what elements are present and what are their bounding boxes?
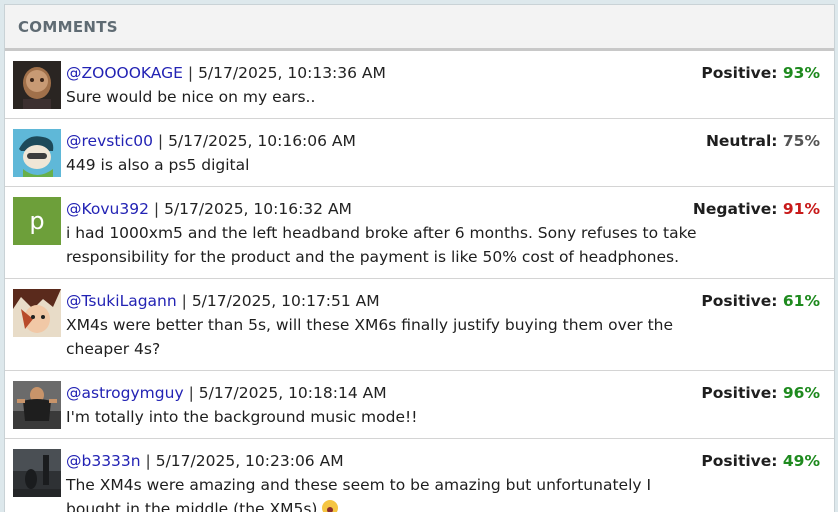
comment-username[interactable]: @revstic00 <box>66 132 153 150</box>
sentiment-score: 91% <box>782 200 820 218</box>
comment-item: @ZOOOOKAGE | 5/17/2025, 10:13:36 AM Sure… <box>5 51 834 119</box>
comments-panel: COMMENTS @ZOOOOKAGE | 5/17/2025, 10:13:3… <box>4 4 835 512</box>
sentiment-badge: Positive: 61% <box>701 292 820 310</box>
comment-timestamp: 5/17/2025, 10:16:06 AM <box>168 132 356 150</box>
comment-username[interactable]: @astrogymguy <box>66 384 184 402</box>
comment-text: XM4s were better than 5s, will these XM6… <box>66 316 674 358</box>
sentiment-score: 75% <box>782 132 820 150</box>
comment-item: @b3333n | 5/17/2025, 10:23:06 AM The XM4… <box>5 439 834 512</box>
comments-title: COMMENTS <box>18 17 118 36</box>
avatar-letter: p <box>13 197 61 245</box>
comment-username[interactable]: @TsukiLagann <box>66 292 177 310</box>
comment-text: I'm totally into the background music mo… <box>66 408 418 426</box>
user-avatar[interactable] <box>13 129 61 177</box>
comment-timestamp: 5/17/2025, 10:17:51 AM <box>191 292 380 310</box>
comment-item: @revstic00 | 5/17/2025, 10:16:06 AM 449 … <box>5 119 834 187</box>
sentiment-score: 61% <box>782 292 820 310</box>
comment-text: The XM4s were amazing and these seem to … <box>66 473 822 512</box>
comment-timestamp: 5/17/2025, 10:13:36 AM <box>198 64 386 82</box>
user-avatar[interactable]: p <box>13 197 61 245</box>
user-avatar[interactable] <box>13 449 61 497</box>
sentiment-badge: Neutral: 75% <box>705 132 820 150</box>
comments-header: COMMENTS <box>5 5 834 51</box>
user-avatar[interactable] <box>13 381 61 429</box>
sentiment-score: 93% <box>782 64 820 82</box>
user-avatar[interactable] <box>13 61 61 109</box>
comment-text: i had 1000xm5 and the left headband brok… <box>66 224 697 266</box>
sentiment-badge: Positive: 93% <box>701 64 820 82</box>
user-avatar[interactable] <box>13 289 61 337</box>
sentiment-badge: Positive: 49% <box>701 452 820 470</box>
comment-timestamp: 5/17/2025, 10:16:32 AM <box>164 200 352 218</box>
sentiment-badge: Positive: 96% <box>701 384 820 402</box>
comment-timestamp: 5/17/2025, 10:23:06 AM <box>155 452 344 470</box>
comment-username[interactable]: @ZOOOOKAGE <box>66 64 183 82</box>
comment-timestamp: 5/17/2025, 10:18:14 AM <box>198 384 387 402</box>
sentiment-score: 49% <box>782 452 820 470</box>
sentiment-badge: Negative: 91% <box>692 200 820 218</box>
comment-item: @astrogymguy | 5/17/2025, 10:18:14 AM I'… <box>5 371 834 439</box>
comment-item: p @Kovu392 | 5/17/2025, 10:16:32 AM i ha… <box>5 187 834 279</box>
comment-username[interactable]: @Kovu392 <box>66 200 149 218</box>
comment-item: @TsukiLagann | 5/17/2025, 10:17:51 AM XM… <box>5 279 834 371</box>
comment-text: 449 is also a ps5 digital <box>66 156 250 174</box>
comment-text: Sure would be nice on my ears.. <box>66 88 316 106</box>
crying-face-icon <box>322 500 339 512</box>
comment-username[interactable]: @b3333n <box>66 452 141 470</box>
sentiment-score: 96% <box>782 384 820 402</box>
